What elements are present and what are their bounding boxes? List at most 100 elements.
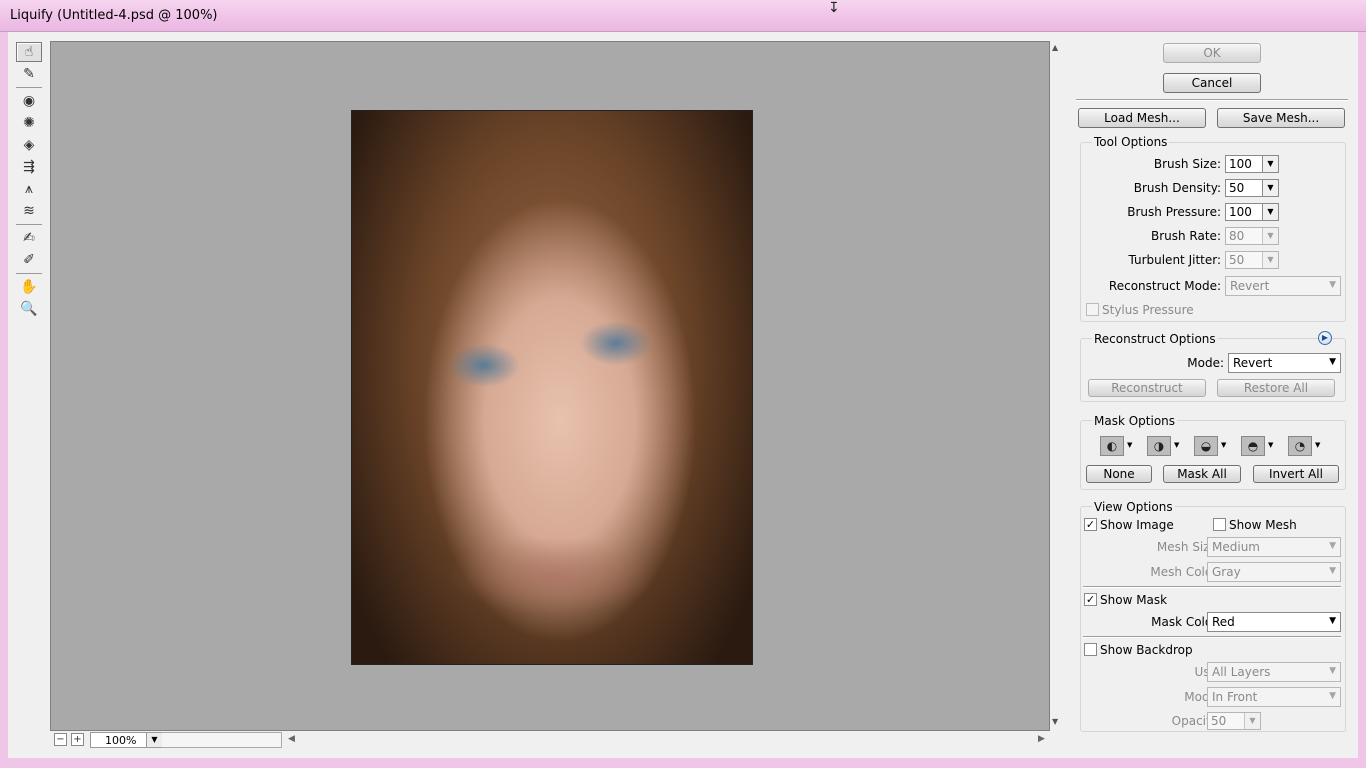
window-title: Liquify (Untitled-4.psd @ 100%) [10, 8, 218, 23]
canvas-status-bar: − + 100% ▼ ◀ ▶ [50, 731, 1064, 749]
brush-pressure-field[interactable]: 100 ▼ [1225, 203, 1279, 221]
reconstruct-button[interactable]: Reconstruct [1088, 379, 1206, 397]
mask-subtract-icon: ◒ [1194, 436, 1218, 456]
thaw-mask-icon[interactable]: ✐ [16, 250, 42, 270]
reconstruct-options-mode-dropdown-icon[interactable]: ▼ [1329, 357, 1336, 367]
mask-add-dropdown-icon[interactable]: ▼ [1174, 441, 1179, 449]
brush-density-field[interactable]: 50 ▼ [1225, 179, 1279, 197]
backdrop-use-dropdown-icon: ▼ [1329, 666, 1336, 676]
zoom-out-button[interactable]: − [54, 733, 67, 746]
mask-subtract-dropdown-icon[interactable]: ▼ [1221, 441, 1226, 449]
mask-replace-button[interactable]: ◐ ▼ [1100, 436, 1132, 456]
mask-add-icon: ◑ [1147, 436, 1171, 456]
brush-density-dropdown-icon[interactable]: ▼ [1262, 180, 1278, 196]
turbulence-icon[interactable]: ≋ [16, 201, 42, 221]
zoom-in-button[interactable]: + [71, 733, 84, 746]
mask-subtract-button[interactable]: ◒ ▼ [1194, 436, 1226, 456]
brush-size-dropdown-icon[interactable]: ▼ [1262, 156, 1278, 172]
mesh-size-select: Medium ▼ [1207, 537, 1341, 557]
dialog-client-area: ☝ ✎ ◉ ✺ ◈ ⇶ ⩚ ≋ ✍ ✐ ✋ 🔍 ▲ ▼ − + 100% ▼ ◀… [8, 32, 1358, 758]
mask-invert-icon: ◔ [1288, 436, 1312, 456]
show-backdrop-checkbox[interactable] [1084, 643, 1097, 656]
mask-intersect-button[interactable]: ◓ ▼ [1241, 436, 1273, 456]
mask-color-dropdown-icon[interactable]: ▼ [1329, 616, 1336, 626]
reconstruct-options-mode-select[interactable]: Revert ▼ [1228, 353, 1341, 373]
mask-color-value: Red [1212, 615, 1235, 629]
scroll-down-icon[interactable]: ▼ [1052, 717, 1058, 726]
mask-replace-dropdown-icon[interactable]: ▼ [1127, 441, 1132, 449]
mask-invert-button[interactable]: ◔ ▼ [1288, 436, 1320, 456]
backdrop-mode-select: In Front ▼ [1207, 687, 1341, 707]
backdrop-use-select: All Layers ▼ [1207, 662, 1341, 682]
invert-all-button[interactable]: Invert All [1253, 465, 1339, 483]
brush-rate-field: 80 ▼ [1225, 227, 1279, 245]
load-mesh-button[interactable]: Load Mesh... [1078, 108, 1206, 128]
view-options-divider [1083, 586, 1341, 588]
backdrop-opacity-dropdown-icon: ▼ [1244, 713, 1260, 729]
mask-none-button[interactable]: None [1086, 465, 1152, 483]
title-bar: Liquify (Untitled-4.psd @ 100%) ↧ [0, 0, 1366, 32]
brush-pressure-dropdown-icon[interactable]: ▼ [1262, 204, 1278, 220]
zoom-icon[interactable]: 🔍 [16, 299, 42, 319]
twirl-icon[interactable]: ◉ [16, 91, 42, 111]
save-mesh-button[interactable]: Save Mesh... [1217, 108, 1345, 128]
ok-button[interactable]: OK [1163, 43, 1261, 63]
backdrop-opacity-value: 50 [1211, 714, 1227, 728]
brush-pressure-value: 100 [1229, 205, 1252, 219]
mask-intersect-dropdown-icon[interactable]: ▼ [1268, 441, 1273, 449]
bloat-icon[interactable]: ◈ [16, 135, 42, 155]
backdrop-mode-value: In Front [1212, 690, 1258, 704]
show-mesh-checkbox[interactable] [1213, 518, 1226, 531]
zoom-dropdown-icon[interactable]: ▼ [146, 733, 162, 747]
scroll-left-icon[interactable]: ◀ [288, 734, 295, 744]
mask-replace-icon: ◐ [1100, 436, 1124, 456]
cancel-button[interactable]: Cancel [1163, 73, 1261, 93]
backdrop-mode-dropdown-icon: ▼ [1329, 691, 1336, 701]
brush-size-value: 100 [1229, 157, 1252, 171]
stylus-pressure-label: Stylus Pressure [1102, 303, 1194, 317]
hand-icon[interactable]: ✋ [16, 277, 42, 297]
show-backdrop-label: Show Backdrop [1100, 643, 1193, 657]
panel-divider [1076, 99, 1348, 101]
portrait-photo[interactable] [351, 110, 753, 665]
mesh-size-dropdown-icon: ▼ [1329, 541, 1336, 551]
brush-size-field[interactable]: 100 ▼ [1225, 155, 1279, 173]
brush-size-label: Brush Size: [1153, 157, 1221, 171]
show-image-checkbox[interactable]: ✓ [1084, 518, 1097, 531]
mesh-color-dropdown-icon: ▼ [1329, 566, 1336, 576]
brush-rate-value: 80 [1229, 229, 1245, 243]
window-frame-bottom [0, 758, 1366, 768]
vertical-scrollbar[interactable]: ▲ ▼ [1050, 41, 1064, 731]
stylus-pressure-checkbox [1086, 303, 1099, 316]
forward-warp-icon[interactable]: ☝ [16, 42, 42, 62]
pucker-icon[interactable]: ✺ [16, 113, 42, 133]
reconstruct-options-mode-value: Revert [1233, 356, 1273, 370]
mesh-size-value: Medium [1212, 540, 1260, 554]
mirror-icon[interactable]: ⩚ [16, 179, 42, 199]
brush-pressure-label: Brush Pressure: [1127, 205, 1221, 219]
brush-density-label: Brush Density: [1133, 181, 1221, 195]
reconstruct-icon[interactable]: ✎ [16, 64, 42, 84]
push-left-icon[interactable]: ⇶ [16, 157, 42, 177]
mask-intersect-icon: ◓ [1241, 436, 1265, 456]
freeze-mask-icon[interactable]: ✍ [16, 228, 42, 248]
brush-rate-label: Brush Rate: [1150, 229, 1221, 243]
reconstruct-mode-value: Revert [1230, 279, 1270, 293]
reconstruct-mode-label: Reconstruct Mode: [1108, 279, 1221, 293]
tool-options-title: Tool Options [1092, 135, 1170, 149]
show-mask-checkbox[interactable]: ✓ [1084, 593, 1097, 606]
toolbox-separator [16, 224, 42, 225]
window-frame-left [0, 32, 8, 768]
reconstruct-options-title: Reconstruct Options [1092, 332, 1218, 346]
scroll-up-icon[interactable]: ▲ [1052, 43, 1058, 52]
scroll-right-icon[interactable]: ▶ [1038, 734, 1045, 744]
restore-all-button[interactable]: Restore All [1217, 379, 1335, 397]
mask-color-select[interactable]: Red ▼ [1207, 612, 1341, 632]
mask-add-button[interactable]: ◑ ▼ [1147, 436, 1179, 456]
view-options-divider [1083, 636, 1341, 638]
mask-all-button[interactable]: Mask All [1163, 465, 1241, 483]
reconstruct-options-menu-icon[interactable]: ▶ [1318, 331, 1332, 345]
turbulent-jitter-value: 50 [1229, 253, 1245, 267]
mask-invert-dropdown-icon[interactable]: ▼ [1315, 441, 1320, 449]
preview-canvas[interactable] [50, 41, 1050, 731]
